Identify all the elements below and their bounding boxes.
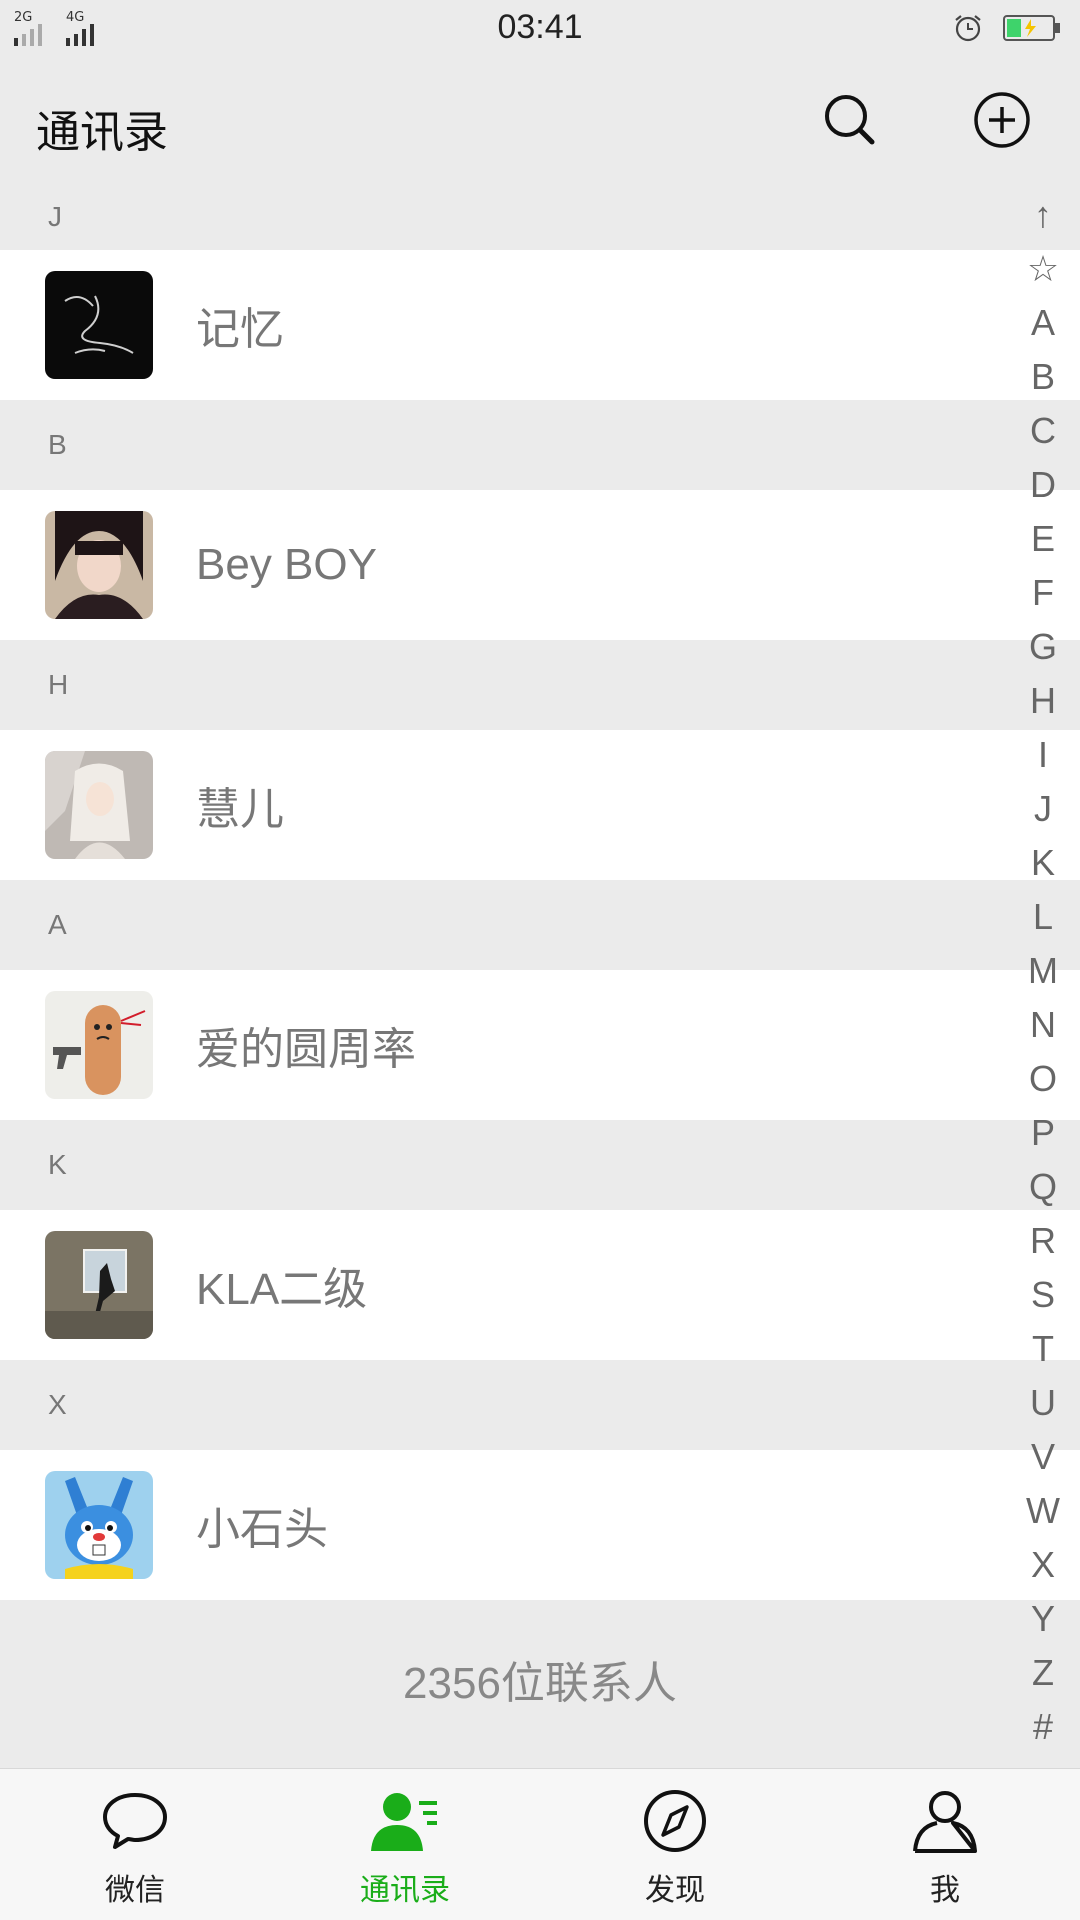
tab-label: 微信 — [105, 1873, 165, 1908]
tab-discover[interactable]: 发现 — [540, 1769, 810, 1920]
index-item[interactable]: O — [1010, 1052, 1076, 1106]
section-header-k: K — [0, 1120, 1080, 1210]
contact-name: 小石头 — [196, 1505, 328, 1554]
index-item[interactable]: P — [1010, 1106, 1076, 1160]
index-item[interactable]: N — [1010, 998, 1076, 1052]
contact-row-kla[interactable]: KLA二级 — [0, 1210, 1080, 1360]
index-item[interactable]: F — [1010, 566, 1076, 620]
contact-row-huier[interactable]: 慧儿 — [0, 730, 1080, 880]
contact-name: 记忆 — [196, 305, 284, 354]
contact-name: Bey BOY — [196, 540, 377, 589]
tab-chats[interactable]: 微信 — [0, 1769, 270, 1920]
status-time: 03:41 — [497, 8, 583, 46]
section-letter: H — [48, 669, 69, 700]
contact-row-xiaoshitou[interactable]: 小石头 — [0, 1450, 1080, 1600]
contact-name: KLA二级 — [196, 1265, 368, 1314]
index-item[interactable]: U — [1010, 1376, 1076, 1430]
index-item[interactable]: H — [1010, 674, 1076, 728]
index-item[interactable]: ↑ — [1010, 188, 1076, 242]
add-contact-icon[interactable] — [972, 90, 1032, 150]
avatar — [45, 751, 153, 859]
contact-count: 2356位联系人 — [0, 1600, 1080, 1768]
app-header: 通讯录 — [0, 56, 1080, 184]
page-title: 通讯录 — [36, 107, 168, 158]
tab-me[interactable]: 我 — [810, 1769, 1080, 1920]
avatar — [45, 991, 153, 1099]
chat-bubble-icon — [103, 1793, 167, 1849]
index-item[interactable]: R — [1010, 1214, 1076, 1268]
tab-label: 我 — [930, 1873, 960, 1908]
index-item[interactable]: W — [1010, 1484, 1076, 1538]
bottom-tab-bar: 微信 通讯录 发现 我 — [0, 1768, 1080, 1920]
index-item[interactable]: J — [1010, 782, 1076, 836]
contacts-icon — [371, 1793, 437, 1851]
index-item[interactable]: K — [1010, 836, 1076, 890]
index-item[interactable]: E — [1010, 512, 1076, 566]
index-item[interactable]: M — [1010, 944, 1076, 998]
avatar — [45, 1471, 153, 1579]
index-item[interactable]: ☆ — [1010, 242, 1076, 296]
section-letter: B — [48, 429, 67, 460]
alphabet-index-bar[interactable]: ↑ ☆ A B C D E F G H I J K L M N O P Q R S T U V W X Y Z # — [1010, 188, 1076, 1754]
section-letter: A — [48, 909, 67, 940]
alarm-clock-icon — [955, 15, 981, 42]
contact-row-aide-yuanzhoulv[interactable]: 爱的圆周率 — [0, 970, 1080, 1120]
section-header-j: J — [0, 184, 1080, 250]
battery-icon — [1003, 15, 1060, 41]
index-item[interactable]: C — [1010, 404, 1076, 458]
index-item[interactable]: X — [1010, 1538, 1076, 1592]
person-icon — [913, 1791, 977, 1853]
index-item[interactable]: T — [1010, 1322, 1076, 1376]
search-icon[interactable] — [820, 90, 880, 150]
index-item[interactable]: L — [1010, 890, 1076, 944]
contact-name: 爱的圆周率 — [196, 1025, 416, 1074]
index-item[interactable]: G — [1010, 620, 1076, 674]
index-item[interactable]: D — [1010, 458, 1076, 512]
index-item[interactable]: B — [1010, 350, 1076, 404]
compass-icon — [644, 1790, 706, 1852]
section-header-a: A — [0, 880, 1080, 970]
section-letter: K — [48, 1149, 67, 1180]
index-item[interactable]: Z — [1010, 1646, 1076, 1700]
section-header-b: B — [0, 400, 1080, 490]
contact-name: 慧儿 — [196, 785, 284, 834]
contact-row-bey-boy[interactable]: Bey BOY — [0, 490, 1080, 640]
index-item[interactable]: A — [1010, 296, 1076, 350]
avatar — [45, 1231, 153, 1339]
contact-list: J 记忆 B Bey BOY H 慧儿 A 爱的圆周率 K KLA二级 X 小石… — [0, 184, 1080, 1600]
section-header-x: X — [0, 1360, 1080, 1450]
contact-row-jiyi[interactable]: 记忆 — [0, 250, 1080, 400]
index-item[interactable]: # — [1010, 1700, 1076, 1754]
index-item[interactable]: S — [1010, 1268, 1076, 1322]
status-bar: 2G 4G 03:41 — [0, 0, 1080, 56]
index-item[interactable]: Q — [1010, 1160, 1076, 1214]
tab-label: 通讯录 — [360, 1873, 450, 1908]
avatar — [45, 511, 153, 619]
index-item[interactable]: I — [1010, 728, 1076, 782]
section-letter: J — [48, 201, 62, 232]
index-item[interactable]: V — [1010, 1430, 1076, 1484]
tab-label: 发现 — [645, 1873, 705, 1908]
tab-contacts[interactable]: 通讯录 — [270, 1769, 540, 1920]
index-item[interactable]: Y — [1010, 1592, 1076, 1646]
avatar — [45, 271, 153, 379]
section-header-h: H — [0, 640, 1080, 730]
section-letter: X — [48, 1389, 67, 1420]
